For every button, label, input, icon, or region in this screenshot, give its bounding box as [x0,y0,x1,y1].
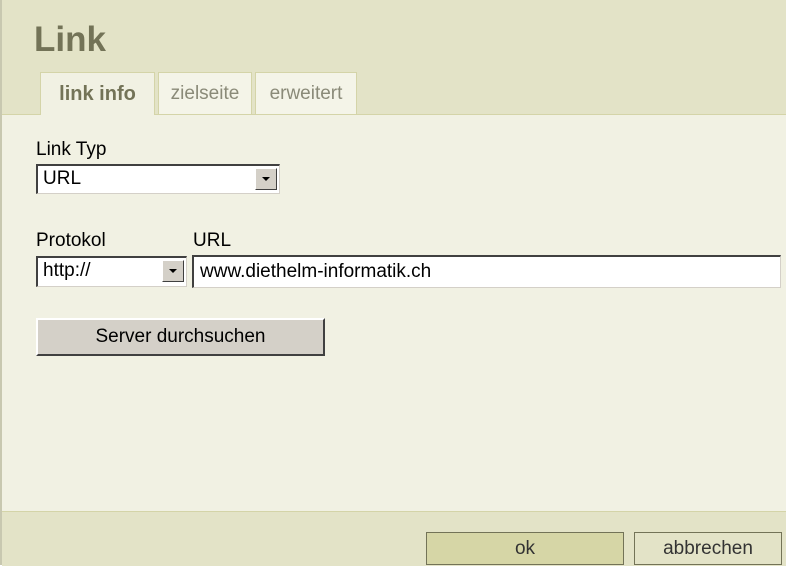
cancel-button[interactable]: abbrechen [634,532,782,565]
protocol-value: http:// [43,260,91,281]
url-label: URL [193,230,232,251]
tab-erweitert[interactable]: erweitert [255,72,357,114]
dialog-footer: ok abbrechen [2,511,786,566]
tab-zielseite[interactable]: zielseite [158,72,252,114]
protocol-select[interactable]: http:// [36,256,187,287]
chevron-down-icon[interactable] [162,260,184,282]
url-input[interactable] [192,255,781,288]
link-type-select[interactable]: URL [36,164,280,194]
dialog-header: Link link info zielseite erweitert [2,0,786,115]
chevron-down-icon[interactable] [255,168,277,190]
protocol-label: Protokol [36,230,106,251]
tab-link-info[interactable]: link info [40,72,155,115]
dialog-title: Link [34,20,106,59]
ok-button[interactable]: ok [426,532,624,565]
link-type-value: URL [43,168,82,189]
link-dialog: Link link info zielseite erweitert Link … [0,0,786,566]
link-type-label: Link Typ [36,139,107,160]
browse-server-button[interactable]: Server durchsuchen [36,318,325,356]
